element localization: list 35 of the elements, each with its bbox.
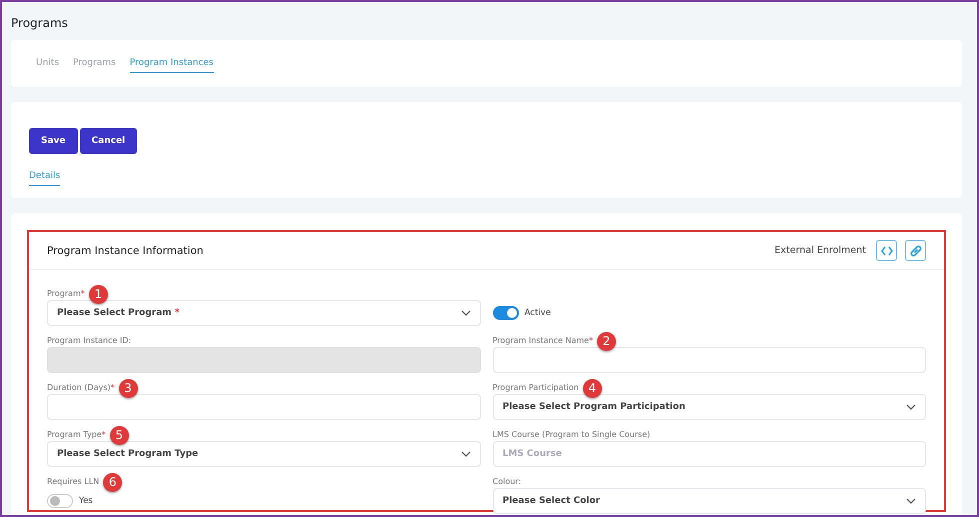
- external-enrolment-label: External Enrolment: [774, 245, 866, 256]
- field-label: Program*: [47, 288, 85, 298]
- number-marker: 4: [582, 378, 602, 398]
- field-label: Program Instance Name*: [492, 336, 593, 344]
- toggle-switch[interactable]: [492, 306, 518, 320]
- toggle-label: Active: [524, 308, 551, 318]
- select-field[interactable]: Please Select Program *: [47, 300, 480, 326]
- chevron-down-icon: [460, 451, 470, 457]
- number-marker: 6: [103, 472, 122, 492]
- toggle-switch[interactable]: [47, 494, 73, 508]
- field-label: LMS Course (Program to Single Course): [492, 430, 650, 438]
- input-field[interactable]: [492, 347, 926, 373]
- field-label: Duration (Days)*: [47, 382, 114, 392]
- select-field[interactable]: Please Select Color: [492, 488, 926, 514]
- field-label: Program Instance ID:: [47, 336, 132, 344]
- input-field[interactable]: LMS Course: [492, 441, 926, 467]
- chevron-down-icon: [906, 404, 916, 410]
- link-icon[interactable]: [905, 240, 926, 261]
- number-marker: 1: [88, 284, 108, 304]
- chevron-down-icon: [460, 310, 470, 316]
- page-title: Programs: [11, 15, 69, 32]
- field-label: Program Type*: [47, 430, 106, 438]
- chevron-down-icon: [906, 498, 916, 504]
- action-button[interactable]: Save: [29, 128, 78, 154]
- toggle-label: Yes: [79, 496, 93, 506]
- number-marker: 5: [110, 426, 129, 444]
- select-field[interactable]: Please Select Program Type: [47, 441, 480, 467]
- field-label: Requires LLN: [47, 476, 100, 486]
- action-button[interactable]: Cancel: [80, 128, 138, 154]
- field-label: Program Participation: [492, 382, 579, 392]
- field-label: Colour:: [492, 476, 522, 486]
- code-icon[interactable]: [876, 240, 897, 261]
- select-field[interactable]: Please Select Program Participation: [492, 394, 926, 420]
- input-field[interactable]: [47, 394, 480, 420]
- section-title: Program Instance Information: [47, 244, 204, 256]
